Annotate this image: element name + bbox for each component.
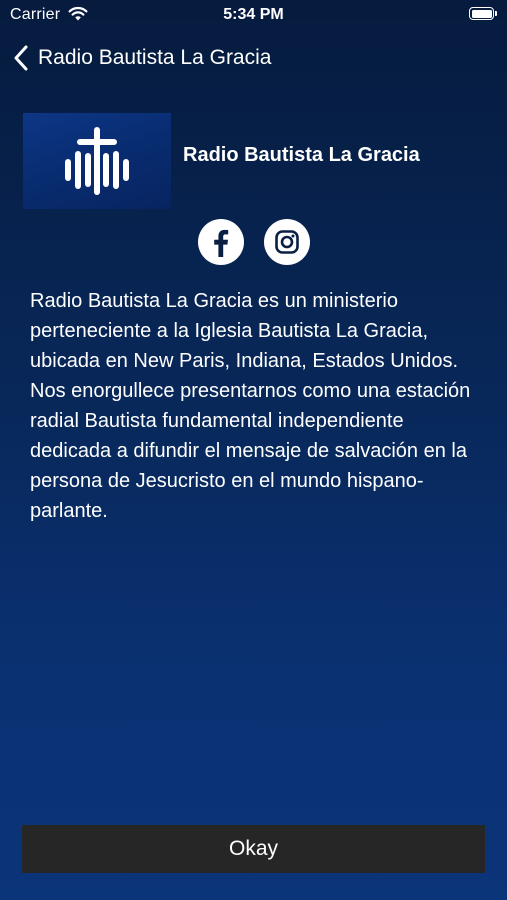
chevron-left-icon (14, 45, 28, 71)
back-button[interactable]: Radio Bautista La Gracia (12, 42, 271, 74)
station-name: Radio Bautista La Gracia (183, 144, 420, 166)
station-description: Radio Bautista La Gracia es un ministeri… (30, 290, 471, 522)
station-logo (23, 113, 171, 209)
instagram-icon (275, 230, 299, 254)
instagram-button[interactable] (264, 219, 310, 265)
clock-time: 5:34 PM (223, 6, 284, 23)
facebook-icon (214, 229, 229, 257)
battery-icon (469, 7, 497, 20)
okay-button[interactable]: Okay (22, 825, 485, 873)
nav-title: Radio Bautista La Gracia (38, 46, 272, 69)
cross-soundwave-logo-icon (65, 127, 129, 195)
status-bar: Carrier 5:34 PM (0, 0, 507, 30)
facebook-button[interactable] (198, 219, 244, 265)
